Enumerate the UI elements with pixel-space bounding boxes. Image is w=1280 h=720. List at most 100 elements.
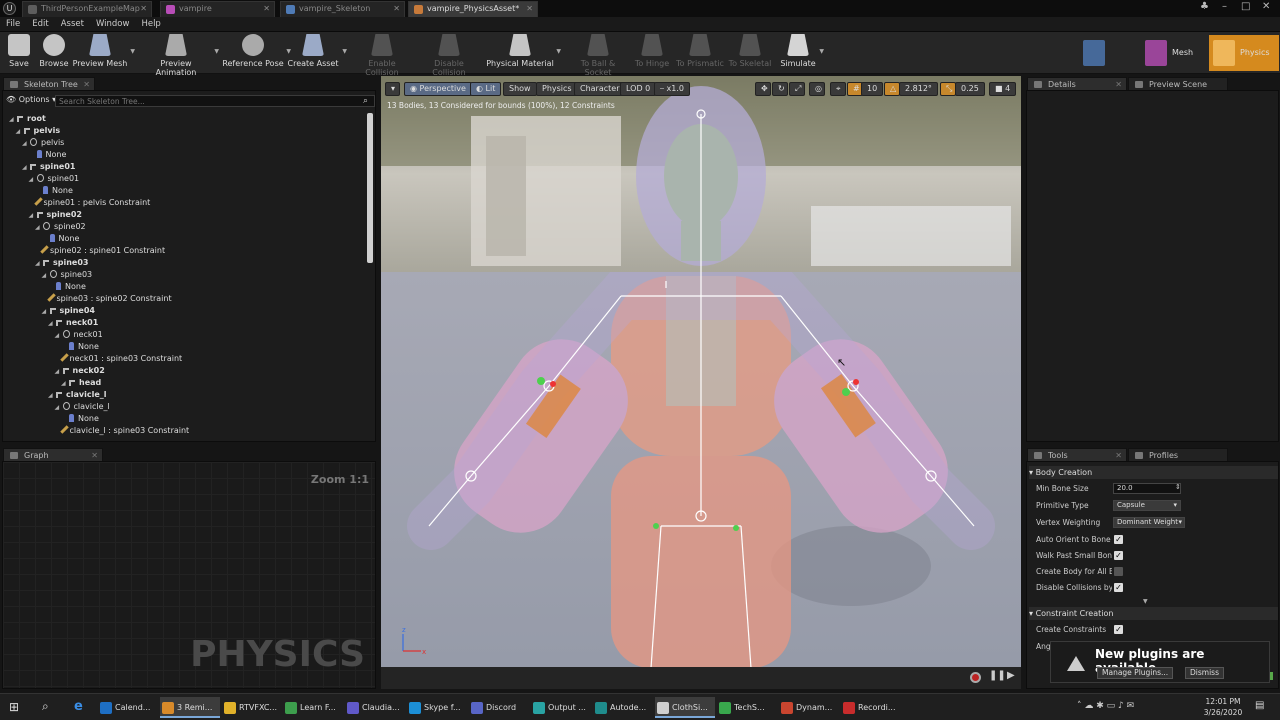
- tab-graph[interactable]: Graph ✕: [3, 448, 103, 461]
- maximize-icon[interactable]: □: [1241, 1, 1250, 12]
- body-creation-header[interactable]: ▾ Body Creation: [1029, 466, 1278, 479]
- create-body-for-all-bones-checkbox[interactable]: [1114, 567, 1123, 576]
- document-tab[interactable]: vampire_Skeleton ✕: [280, 1, 405, 17]
- skeleton-tree-row[interactable]: spine02 : spine01 Constraint: [35, 245, 165, 257]
- rotate-icon[interactable]: ↻: [772, 82, 788, 96]
- preview-mesh-button[interactable]: Preview Mesh ▼: [72, 34, 135, 72]
- skeleton-tree-row[interactable]: spine03 : spine02 Constraint: [42, 293, 172, 305]
- world-local-icon[interactable]: ◎: [809, 82, 825, 96]
- skeleton-tree-row[interactable]: ◢ pelvis: [22, 137, 64, 149]
- expand-arrow-icon[interactable]: ▼: [1143, 598, 1148, 605]
- reference-pose-button[interactable]: Reference Pose ▼: [222, 34, 291, 72]
- to-prismatic-button[interactable]: To Prismatic: [673, 34, 727, 72]
- skeleton-tree-row[interactable]: ◢ spine02: [29, 209, 82, 221]
- create-asset-button[interactable]: Create Asset ▼: [286, 34, 347, 72]
- min-bone-size-field[interactable]: 20.0: [1113, 483, 1181, 494]
- skeleton-tree-row[interactable]: ◢ clavicle_l: [48, 389, 107, 401]
- pause-icon[interactable]: ❚❚: [989, 670, 1006, 681]
- browse-button[interactable]: Browse: [36, 34, 72, 72]
- skeleton-tree-row[interactable]: ◢ spine01: [22, 161, 75, 173]
- skeleton-tree-row[interactable]: ◢ pelvis: [16, 125, 61, 137]
- simulate-button[interactable]: Simulate ▼: [779, 34, 824, 72]
- skeleton-tree-row[interactable]: clavicle_l : spine03 Constraint: [55, 425, 189, 437]
- dropdown-arrow-icon[interactable]: ▼: [556, 48, 561, 55]
- skeleton-tree-row[interactable]: None: [29, 149, 66, 161]
- disable-collision-button[interactable]: Disable Collision: [418, 34, 480, 77]
- search-skeleton-input[interactable]: [55, 95, 375, 107]
- skeleton-tree-row[interactable]: ◢ spine03: [35, 257, 88, 269]
- document-tab[interactable]: ThirdPersonExampleMap ✕: [22, 1, 152, 17]
- translate-icon[interactable]: ✥: [755, 82, 771, 96]
- document-tab[interactable]: vampire_PhysicsAsset* ✕: [408, 1, 538, 17]
- skeleton-tree-row[interactable]: ◢ spine02: [35, 221, 86, 233]
- primitive-type-select[interactable]: Capsule ▾: [1113, 500, 1181, 511]
- taskbar-app[interactable]: Output ...: [531, 697, 591, 718]
- step-forward-icon[interactable]: ▶: [1007, 670, 1015, 681]
- skeleton-tree-row[interactable]: None: [42, 233, 79, 245]
- skeleton-tree-row[interactable]: ◢ spine03: [42, 269, 92, 281]
- scale-snap-button[interactable]: 0.25: [955, 82, 985, 96]
- close-window-icon[interactable]: ✕: [1262, 1, 1270, 12]
- dismiss-button[interactable]: Dismiss: [1185, 667, 1224, 679]
- options-dropdown[interactable]: 👁 Options ▾: [6, 95, 56, 104]
- taskbar-app[interactable]: Skype f...: [407, 697, 467, 718]
- lod-button[interactable]: LOD 0: [620, 82, 657, 96]
- tab-tools[interactable]: Tools ✕: [1027, 448, 1127, 461]
- dropdown-arrow-icon[interactable]: ▼: [130, 48, 135, 55]
- unreal-logo-icon[interactable]: U: [3, 2, 16, 15]
- close-tab-icon[interactable]: ✕: [526, 2, 533, 16]
- camera-speed-button[interactable]: ■ 4: [989, 82, 1017, 96]
- notifications-icon[interactable]: ▤: [1255, 700, 1264, 711]
- skeleton-tree-row[interactable]: ◢ root: [9, 113, 46, 125]
- tray-icons[interactable]: ˄ ☁ ✱ ▭ ♪ ✉: [1077, 701, 1134, 711]
- show-button[interactable]: Show: [503, 82, 537, 96]
- taskbar-app[interactable]: Calend...: [98, 697, 158, 718]
- menu-item-file[interactable]: File: [0, 17, 26, 31]
- vertex-weighting-select[interactable]: Dominant Weight ▾: [1113, 517, 1185, 528]
- menu-item-edit[interactable]: Edit: [26, 17, 54, 31]
- manage-plugins-button[interactable]: Manage Plugins...: [1097, 667, 1174, 679]
- skeleton-tree-row[interactable]: ◢ neck02: [55, 365, 105, 377]
- constraint-creation-header[interactable]: ▾ Constraint Creation: [1029, 607, 1278, 620]
- menu-item-window[interactable]: Window: [90, 17, 136, 31]
- preview-animation-button[interactable]: Preview Animation ▼: [140, 34, 219, 77]
- skeleton-tree-row[interactable]: ◢ clavicle_l: [55, 401, 110, 413]
- skeleton-tree-row[interactable]: None: [61, 341, 99, 353]
- disable-collisions-checkbox[interactable]: ✓: [1114, 583, 1123, 592]
- close-tab-icon[interactable]: ✕: [140, 2, 147, 16]
- auto-orient-checkbox[interactable]: ✓: [1114, 535, 1123, 544]
- tree-scrollbar[interactable]: [367, 113, 373, 263]
- skeleton-tree-row[interactable]: ◢ spine01: [29, 173, 79, 185]
- spinner-icon[interactable]: ⇕: [1175, 483, 1181, 491]
- taskbar-app[interactable]: Claudia...: [345, 697, 405, 718]
- to-hinge-button[interactable]: To Hinge: [632, 34, 672, 72]
- graph-panel[interactable]: Zoom 1:1 PHYSICS: [2, 461, 376, 689]
- skeleton-tree-row[interactable]: ◢ neck01: [55, 329, 103, 341]
- edge-icon[interactable]: e: [74, 699, 83, 714]
- skeleton-tree-row[interactable]: ◢ spine04: [42, 305, 95, 317]
- taskbar-app[interactable]: Recordi...: [841, 697, 901, 718]
- to-ball-socket-button[interactable]: To Ball & Socket: [567, 34, 629, 77]
- to-skeletal-button[interactable]: To Skeletal: [727, 34, 773, 72]
- save-button[interactable]: Save: [4, 34, 34, 72]
- taskbar-app[interactable]: TechS...: [717, 697, 777, 718]
- skeleton-tree-row[interactable]: spine01 : pelvis Constraint: [29, 197, 150, 209]
- lit-button[interactable]: ◐ Lit: [470, 82, 502, 96]
- tab-skeleton-tree[interactable]: Skeleton Tree ✕: [3, 77, 95, 90]
- scale-snap-icon[interactable]: ⤡: [940, 82, 956, 96]
- document-tab[interactable]: vampire ✕: [160, 1, 275, 17]
- user-icon[interactable]: ♣: [1200, 1, 1209, 12]
- skeleton-tree-row[interactable]: None: [48, 281, 86, 293]
- taskbar-app[interactable]: Autode...: [593, 697, 653, 718]
- taskbar-app[interactable]: Learn F...: [283, 697, 343, 718]
- scale-icon[interactable]: ⤢: [789, 82, 805, 96]
- close-tab-icon[interactable]: ✕: [263, 2, 270, 16]
- mode-mesh-button[interactable]: Mesh: [1141, 35, 1203, 71]
- rotation-snap-button[interactable]: 2.812°: [899, 82, 938, 96]
- menu-item-help[interactable]: Help: [135, 17, 166, 31]
- physics-menu-button[interactable]: Physics: [536, 82, 578, 96]
- record-icon[interactable]: [970, 672, 981, 683]
- minimize-icon[interactable]: –: [1222, 1, 1227, 12]
- create-constraints-checkbox[interactable]: ✓: [1114, 625, 1123, 634]
- taskbar-app[interactable]: Discord: [469, 697, 529, 718]
